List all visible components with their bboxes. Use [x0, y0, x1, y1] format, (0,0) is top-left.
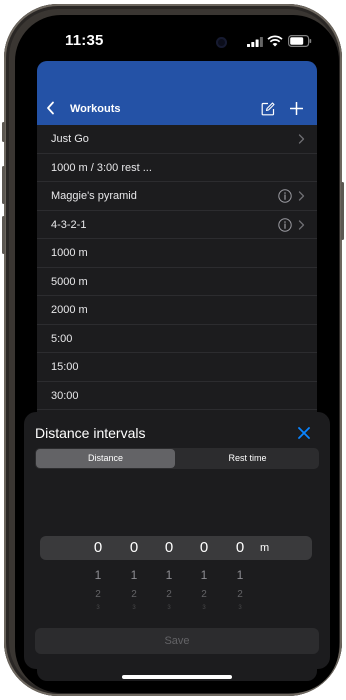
workout-label: 5000 m — [51, 275, 88, 288]
workout-list-item[interactable]: Maggie's pyramid — [37, 182, 317, 211]
info-icon[interactable] — [278, 217, 292, 232]
action-button — [2, 122, 5, 142]
picker-digit-selected: 0 — [199, 539, 209, 556]
picker-digit: 1 — [236, 568, 244, 582]
status-time: 11:35 — [65, 32, 104, 49]
plus-icon[interactable] — [290, 102, 303, 115]
workout-list-item[interactable]: 2000 m — [37, 296, 317, 325]
tab-distance[interactable]: Distance — [36, 449, 175, 468]
nav-title: Workouts — [70, 103, 121, 115]
workout-label: Maggie's pyramid — [51, 190, 137, 202]
chevron-left-icon[interactable] — [45, 101, 57, 115]
nav-header: Workouts — [37, 61, 317, 125]
picker-digit: 3 — [238, 605, 242, 611]
tab-rest-time[interactable]: Rest time — [178, 449, 317, 468]
chevron-right-icon — [298, 134, 305, 144]
volume-up-button — [2, 166, 5, 204]
workout-list-item[interactable]: 4-3-2-1 — [37, 211, 317, 239]
picker-digit: 2 — [131, 589, 137, 600]
home-indicator[interactable] — [122, 675, 232, 679]
workout-label: 15:00 — [51, 361, 79, 373]
workout-list-item[interactable]: 5000 m — [37, 268, 317, 296]
picker-digit: 1 — [130, 568, 138, 582]
volume-down-button — [2, 216, 5, 254]
dynamic-island — [139, 28, 243, 58]
picker-digit: 3 — [96, 605, 100, 611]
workout-label: 5:00 — [51, 332, 73, 345]
chevron-right-icon — [298, 191, 305, 201]
phone-frame: 11:35 Workouts Just Go 1000 m / 3:00 res… — [2, 4, 344, 696]
picker-digit: 1 — [165, 568, 173, 582]
workout-label: 1000 m / 3:00 rest ... — [51, 161, 152, 174]
side-button — [341, 182, 344, 240]
save-button[interactable]: Save — [35, 628, 319, 654]
picker-digit: 1 — [200, 568, 208, 582]
workout-list-item[interactable]: 1000 m — [37, 239, 317, 268]
workout-list-item[interactable]: 1000 m / 3:00 rest ... — [37, 154, 317, 182]
picker-digit: 3 — [132, 605, 136, 611]
cellular-signal-icon — [247, 37, 263, 47]
distance-unit: m — [260, 542, 270, 554]
picker-digit: 3 — [167, 605, 171, 611]
workout-list-item[interactable]: 30:00 — [37, 382, 317, 410]
wifi-icon — [267, 35, 283, 47]
workout-label: 30:00 — [51, 389, 79, 402]
battery-icon — [288, 35, 312, 47]
close-icon[interactable] — [298, 427, 310, 439]
picker-digit: 1 — [94, 568, 102, 582]
camera-icon — [216, 37, 227, 48]
workout-label: 4-3-2-1 — [51, 218, 87, 231]
workout-list: Just Go 1000 m / 3:00 rest ... Maggie's py… — [37, 125, 317, 410]
interval-type-segmented-control: Distance Rest time — [35, 448, 319, 469]
picker-digit: 2 — [166, 589, 172, 600]
picker-digit-selected: 0 — [164, 539, 174, 556]
workout-list-item[interactable]: 5:00 — [37, 325, 317, 353]
picker-digit-selected: 0 — [129, 539, 139, 556]
info-icon[interactable] — [278, 189, 292, 203]
workout-list-item[interactable]: Just Go — [37, 125, 317, 154]
workout-list-item[interactable]: 15:00 — [37, 353, 317, 382]
picker-digit: 3 — [202, 605, 206, 611]
picker-digit-selected: 0 — [93, 539, 103, 556]
picker-digit: 2 — [95, 589, 101, 600]
picker-digit: 2 — [237, 589, 243, 600]
workout-label: 1000 m — [51, 247, 88, 259]
screen: 11:35 Workouts Just Go 1000 m / 3:00 res… — [15, 15, 339, 693]
compose-icon[interactable] — [261, 102, 275, 116]
picker-digit-selected: 0 — [235, 539, 245, 556]
sheet-title: Distance intervals — [35, 425, 146, 441]
distance-intervals-sheet: Distance intervals Distance Rest time 0 1… — [24, 412, 330, 669]
picker-digit: 2 — [201, 589, 207, 600]
workout-label: 2000 m — [51, 304, 88, 316]
chevron-right-icon — [298, 219, 305, 230]
workout-label: Just Go — [51, 133, 89, 145]
